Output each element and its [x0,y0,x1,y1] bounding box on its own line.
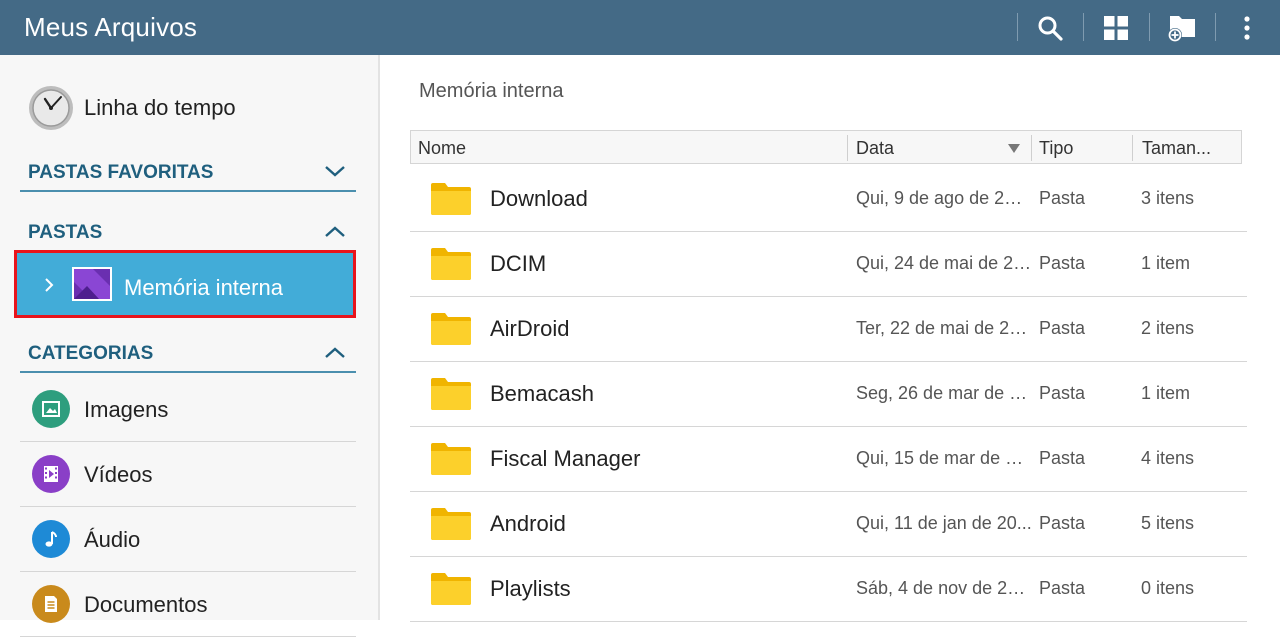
file-name: Playlists [490,576,571,601]
page-title: Memória interna [419,80,564,102]
section-favorite-folders-label: PASTAS FAVORITAS [28,162,214,183]
file-type: Pasta [1039,578,1086,598]
column-header-name[interactable]: Nome [418,131,466,165]
file-type: Pasta [1039,253,1086,273]
file-name: DCIM [490,251,547,276]
file-name: Android [490,511,566,536]
folder-icon [430,572,472,611]
storage-icon [72,267,112,301]
file-type: Pasta [1039,383,1086,403]
section-categories[interactable]: CATEGORIAS [20,341,356,373]
toolbar-divider [1083,13,1084,41]
column-header-date[interactable]: Data [856,131,894,165]
file-size: 2 itens [1141,318,1195,338]
folder-icon [430,377,472,416]
internal-memory-label: Memória interna [124,275,283,300]
music-icon [32,520,70,558]
table-row[interactable]: Playlists Sáb, 4 de nov de 201... Pasta 0 i… [410,556,1247,622]
more-options-icon [1244,15,1250,40]
folder-icon [430,442,472,481]
file-date: Seg, 26 de mar de 2... [856,383,1032,403]
clock-icon [29,86,73,130]
sidebar-item-videos[interactable]: Vídeos [20,442,356,507]
timeline-label: Linha do tempo [84,95,236,120]
file-size: 1 item [1141,253,1191,273]
section-categories-label: CATEGORIAS [28,343,154,364]
file-name: Download [490,186,588,211]
file-size: 0 itens [1141,578,1195,598]
toolbar-divider [1017,13,1018,41]
section-favorite-folders[interactable]: PASTAS FAVORITAS [20,160,356,192]
file-name: Fiscal Manager [490,446,641,471]
category-label: Áudio [84,527,141,552]
category-label: Documentos [84,592,208,617]
folder-icon [430,247,472,286]
table-row[interactable]: AirDroid Ter, 22 de mai de 20... Pasta 2 it… [410,296,1247,362]
new-folder-button[interactable] [1152,0,1212,55]
sidebar-item-internal-memory[interactable]: Memória interna [14,250,356,318]
file-size: 1 item [1141,383,1191,403]
file-type: Pasta [1039,513,1086,533]
more-options-button[interactable] [1217,0,1277,55]
column-divider [847,135,848,161]
file-date: Sáb, 4 de nov de 201... [856,578,1032,598]
chevron-up-icon [325,347,345,358]
file-date: Qui, 11 de jan de 20... [856,513,1032,533]
file-date: Qui, 9 de ago de 201... [856,188,1032,208]
file-name: AirDroid [490,316,570,341]
table-row[interactable]: Android Qui, 11 de jan de 20... Pasta 5 ite… [410,491,1247,557]
section-folders-label: PASTAS [28,222,103,243]
folder-icon [430,182,472,221]
file-name: Bemacash [490,381,594,406]
search-button[interactable] [1020,0,1080,55]
sidebar: Linha do tempo PASTAS FAVORITAS PASTAS M… [0,55,380,637]
image-icon [32,390,70,428]
file-type: Pasta [1039,448,1086,468]
app-title: Meus Arquivos [24,12,198,42]
category-label: Vídeos [84,462,153,487]
sidebar-item-audio[interactable]: Áudio [20,507,356,572]
search-icon [1038,16,1063,41]
table-row[interactable]: Fiscal Manager Qui, 15 de mar de 20... Pas… [410,426,1247,492]
view-mode-button[interactable] [1086,0,1146,55]
app-bar: Meus Arquivos [0,0,1280,55]
video-icon [32,455,70,493]
chevron-up-icon [325,226,345,237]
sidebar-item-documents[interactable]: Documentos [20,572,356,637]
sidebar-item-images[interactable]: Imagens [20,377,356,442]
chevron-down-icon [325,166,345,177]
sidebar-item-timeline[interactable]: Linha do tempo [28,83,358,133]
document-icon [32,585,70,623]
file-size: 4 itens [1141,448,1195,468]
file-type: Pasta [1039,318,1086,338]
column-header-bar: Nome Data Tipo Taman... [410,130,1242,164]
table-row[interactable]: DCIM Qui, 24 de mai de 20... Pasta 1 item [410,231,1247,297]
grid-view-icon [1104,15,1128,40]
column-divider [1132,135,1133,161]
toolbar-divider [1215,13,1216,41]
file-date: Ter, 22 de mai de 20... [856,318,1032,338]
column-header-size[interactable]: Taman... [1142,131,1211,165]
file-size: 5 itens [1141,513,1195,533]
file-date: Qui, 24 de mai de 20... [856,253,1032,273]
chevron-right-icon [45,278,54,292]
column-header-type[interactable]: Tipo [1039,131,1073,165]
folder-icon [430,507,472,546]
file-date: Qui, 15 de mar de 20... [856,448,1032,468]
sort-descending-icon [1008,144,1020,153]
column-divider [1031,135,1032,161]
section-folders[interactable]: PASTAS [20,220,356,252]
category-label: Imagens [84,397,169,422]
folder-icon [430,312,472,351]
table-row[interactable]: Download Qui, 9 de ago de 201... Pasta 3 it… [410,166,1247,232]
table-row[interactable]: Bemacash Seg, 26 de mar de 2... Pasta 1 ite… [410,361,1247,427]
toolbar-divider [1149,13,1150,41]
new-folder-icon [1168,15,1195,42]
file-type: Pasta [1039,188,1086,208]
file-size: 3 itens [1141,188,1195,208]
